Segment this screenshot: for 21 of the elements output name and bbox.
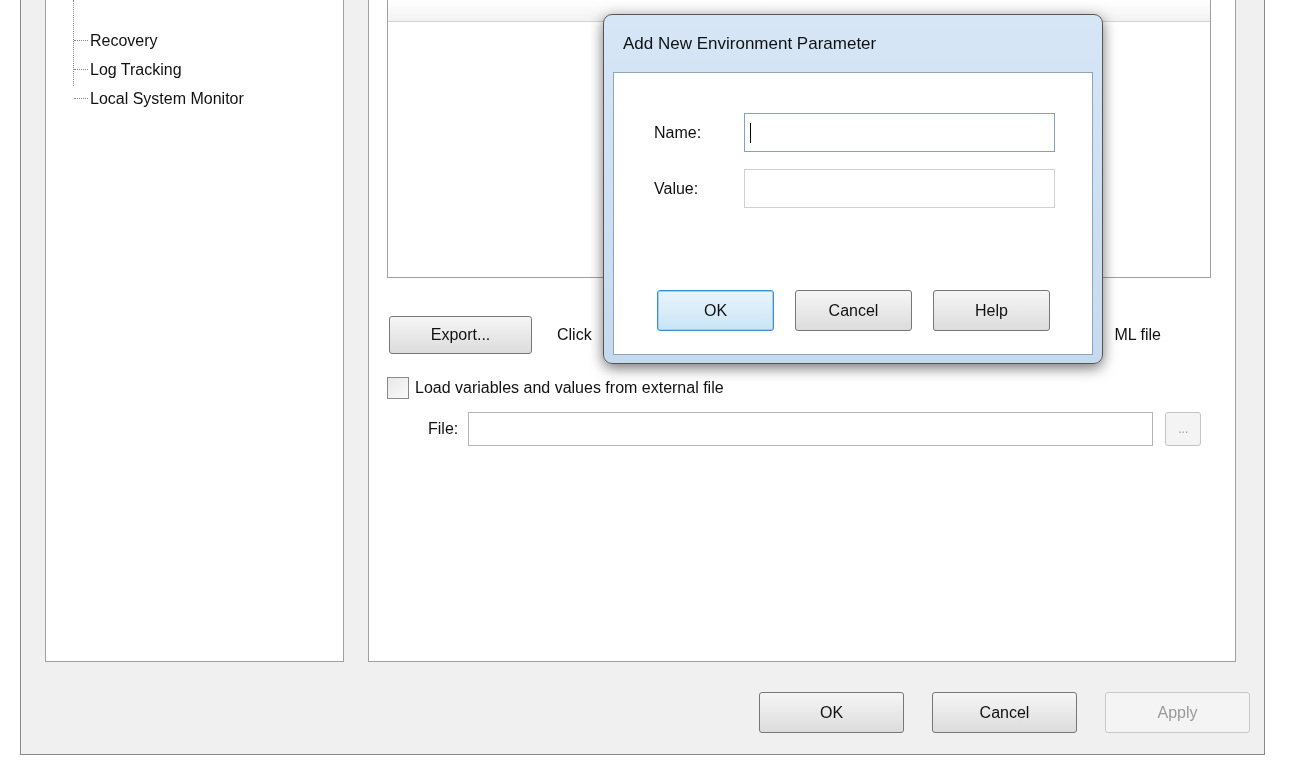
text-cursor (750, 122, 751, 143)
export-button[interactable]: Export... (389, 316, 532, 354)
text-input-field[interactable] (744, 113, 1055, 152)
checkbox[interactable] (387, 377, 409, 399)
dialog-button[interactable]: Cancel (795, 290, 912, 331)
text-input-field[interactable] (744, 169, 1055, 208)
tree-item[interactable]: Recovery (90, 28, 158, 53)
tree-item[interactable]: Log Tracking (90, 57, 182, 82)
dialog-button[interactable]: Help (933, 290, 1050, 331)
tree-item[interactable]: Local System Monitor (90, 86, 244, 111)
dialog-button[interactable]: OK (759, 692, 904, 733)
dialog-button[interactable]: Cancel (932, 692, 1077, 733)
field-label: Value: (654, 178, 700, 199)
checkbox-label: Load variables and values from external file (415, 378, 724, 398)
export-hint-text: Click (557, 325, 592, 345)
file-label: File: (428, 419, 459, 439)
export-hint-text: ML file (1114, 325, 1161, 345)
file-input-field[interactable] (468, 412, 1154, 446)
field-label: Name: (654, 122, 703, 143)
dialog-title: Add New Environment Parameter (622, 32, 878, 55)
dialog-button[interactable]: OK (657, 290, 774, 331)
